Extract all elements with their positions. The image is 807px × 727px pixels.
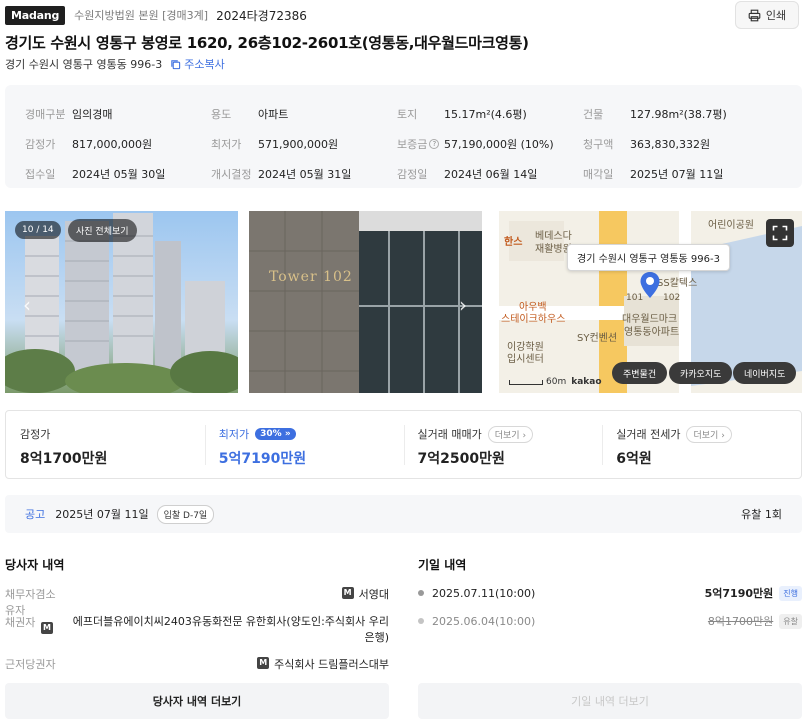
min-price-percent-badge: 30% » bbox=[255, 428, 296, 440]
info-row: 감정가 817,000,000원 최저가 571,900,000원 보증금? 57,1… bbox=[25, 129, 802, 159]
map-label: 한스 bbox=[504, 237, 523, 248]
map-address-tooltip: 경기 수원시 영통구 영통동 996-3 bbox=[567, 244, 730, 271]
location-map[interactable]: 베데스다 재활병원 어린이공원 한스 SS칼텍스 아우백 스테이크하우스 대우월… bbox=[499, 211, 802, 393]
tower-sign: Tower 102 bbox=[269, 269, 353, 285]
price-jeonse: 실거래 전세가 더보기 › 6억원 bbox=[602, 411, 801, 478]
party-row: 근저당권자 M 주식회사 드림플러스대부 bbox=[5, 657, 389, 671]
status-badge: 유찰 bbox=[779, 613, 802, 629]
info-land: 토지 15.17m²(4.6평) bbox=[397, 108, 527, 121]
map-scale-value: 60m bbox=[546, 377, 567, 387]
copy-icon bbox=[171, 59, 181, 69]
member-badge-icon: M bbox=[257, 657, 270, 669]
court-name: 수원지방법원 본원 [경매3계] bbox=[74, 9, 209, 22]
photo-exterior[interactable]: 10 / 14 사진 전체보기 ‹ bbox=[5, 211, 238, 393]
notice-bar: 공고 2025년 07월 11일 입찰 D-7일 유찰 1회 bbox=[5, 495, 802, 533]
info-row: 경매구분 임의경매 용도 아파트 토지 15.17m²(4.6평) 건물 127.98m… bbox=[25, 99, 802, 129]
status-dot bbox=[418, 590, 424, 596]
info-auction-type: 경매구분 임의경매 bbox=[25, 108, 113, 121]
help-icon[interactable]: ? bbox=[429, 139, 440, 149]
photo-counter: 10 / 14 bbox=[15, 221, 61, 239]
brand-logo: Madang bbox=[5, 5, 66, 25]
header-bar: Madang 수원지방법원 본원 [경매3계] 2024타경72386 인쇄 bbox=[5, 1, 802, 29]
chevron-right-icon[interactable]: › bbox=[459, 293, 467, 317]
print-button[interactable]: 인쇄 bbox=[735, 1, 799, 29]
expand-icon bbox=[772, 225, 788, 241]
photo-entrance[interactable]: Tower 102 › bbox=[249, 211, 482, 393]
history-row: 2025.07.11(10:00) 5억7190만원 진행 bbox=[418, 585, 802, 601]
history-more-button[interactable]: 기일 내역 더보기 bbox=[418, 683, 802, 719]
map-pin-icon bbox=[640, 272, 660, 298]
map-expand-button[interactable] bbox=[766, 219, 794, 247]
notice-date: 2025년 07월 11일 bbox=[55, 508, 149, 521]
jeonse-more-button[interactable]: 더보기 › bbox=[686, 425, 732, 443]
auction-info-panel: 경매구분 임의경매 용도 아파트 토지 15.17m²(4.6평) 건물 127.98m… bbox=[5, 85, 802, 188]
price-appraisal: 감정가 8억1700만원 bbox=[20, 428, 108, 467]
print-label: 인쇄 bbox=[765, 9, 787, 22]
status-dot bbox=[418, 618, 424, 624]
case-number: 2024타경72386 bbox=[216, 8, 307, 23]
chevron-right-icon: › bbox=[721, 430, 725, 441]
lot-address-row: 경기 수원시 영통구 영통동 996-3 주소복사 bbox=[5, 56, 225, 72]
party-row: 채권자 M 에프더블유에이치씨2403유동화전문 유한회사(양도인:주식회사 우… bbox=[5, 615, 389, 644]
notice-label: 공고 bbox=[25, 508, 46, 521]
copy-address-button[interactable]: 주소복사 bbox=[170, 56, 225, 72]
trade-more-button[interactable]: 더보기 › bbox=[487, 425, 534, 443]
parties-more-button[interactable]: 당사자 내역 더보기 bbox=[5, 683, 389, 719]
price-minimum: 최저가 30% » 5억7190만원 bbox=[204, 411, 404, 478]
parties-title: 당사자 내역 bbox=[5, 558, 65, 572]
property-title: 경기도 수원시 영통구 봉영로 1620, 26층102-2601호(영통동,대… bbox=[5, 34, 529, 52]
map-label: SS칼텍스 bbox=[657, 278, 698, 289]
nearby-items-button[interactable]: 주변물건 bbox=[612, 362, 668, 384]
map-label: 102 bbox=[663, 293, 681, 303]
copy-address-label: 주소복사 bbox=[184, 58, 225, 71]
map-provider-logo: kakao bbox=[571, 377, 602, 387]
chevron-right-icon: › bbox=[522, 430, 527, 441]
history-title: 기일 내역 bbox=[418, 558, 467, 572]
entrance-photo bbox=[249, 211, 482, 393]
map-label: SY컨벤션 bbox=[577, 333, 618, 344]
lot-address: 경기 수원시 영통구 영통동 996-3 bbox=[5, 58, 163, 71]
fail-count: 유찰 1회 bbox=[741, 508, 782, 521]
printer-icon bbox=[748, 9, 761, 21]
member-badge-icon: M bbox=[41, 622, 53, 634]
kakao-map-button[interactable]: 카카오지도 bbox=[669, 362, 733, 384]
history-row: 2025.06.04(10:00) 8억1700만원 유찰 bbox=[418, 613, 802, 629]
info-appraised-date: 감정일 2024년 06월 14일 bbox=[397, 168, 538, 181]
info-usage: 용도 아파트 bbox=[211, 108, 289, 121]
info-deposit: 보증금? 57,190,000원 (10%) bbox=[397, 138, 554, 151]
info-received: 접수일 2024년 05월 30일 bbox=[25, 168, 166, 181]
price-trade: 실거래 매매가 더보기 › 7억2500만원 bbox=[403, 411, 603, 478]
info-min-price: 최저가 571,900,000원 bbox=[211, 138, 339, 151]
info-row: 접수일 2024년 05월 30일 개시결정 2024년 05월 31일 감정일 20… bbox=[25, 159, 802, 189]
price-summary: 감정가 8억1700만원 최저가 30% » 5억7190만원 실거래 매매가 더보… bbox=[5, 410, 802, 479]
dday-badge: 입찰 D-7일 bbox=[156, 504, 215, 524]
map-scale: 60m kakao bbox=[509, 377, 602, 387]
map-label: 어린이공원 bbox=[708, 220, 754, 231]
info-commenced: 개시결정 2024년 05월 31일 bbox=[211, 168, 352, 181]
chevron-left-icon[interactable]: ‹ bbox=[23, 293, 31, 317]
info-building: 건물 127.98m²(38.7평) bbox=[583, 108, 727, 121]
view-all-photos-button[interactable]: 사진 전체보기 bbox=[68, 219, 137, 242]
info-sale-date: 매각일 2025년 07월 11일 bbox=[583, 168, 724, 181]
chevron-double-down-icon: » bbox=[284, 429, 291, 439]
status-badge: 진행 bbox=[779, 585, 802, 601]
map-label: 입시센터 bbox=[507, 354, 544, 365]
info-appraisal: 감정가 817,000,000원 bbox=[25, 138, 153, 151]
map-label: 스테이크하우스 bbox=[501, 314, 566, 325]
info-claim: 청구액 363,830,332원 bbox=[583, 138, 711, 151]
naver-map-button[interactable]: 네이버지도 bbox=[733, 362, 797, 384]
member-badge-icon: M bbox=[341, 587, 354, 599]
map-label: 영통동아파트 bbox=[624, 327, 680, 338]
